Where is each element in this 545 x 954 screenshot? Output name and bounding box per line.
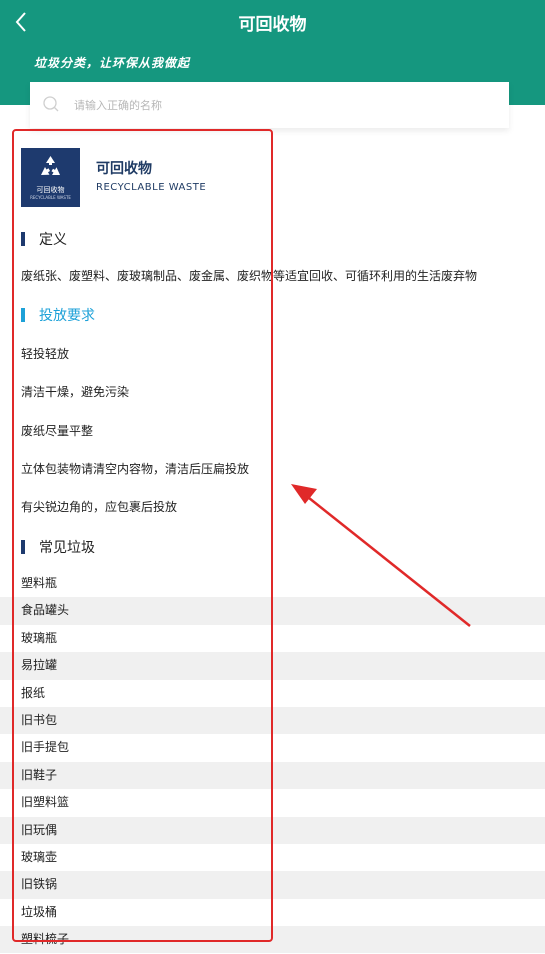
annotation-arrow-icon <box>291 484 471 627</box>
